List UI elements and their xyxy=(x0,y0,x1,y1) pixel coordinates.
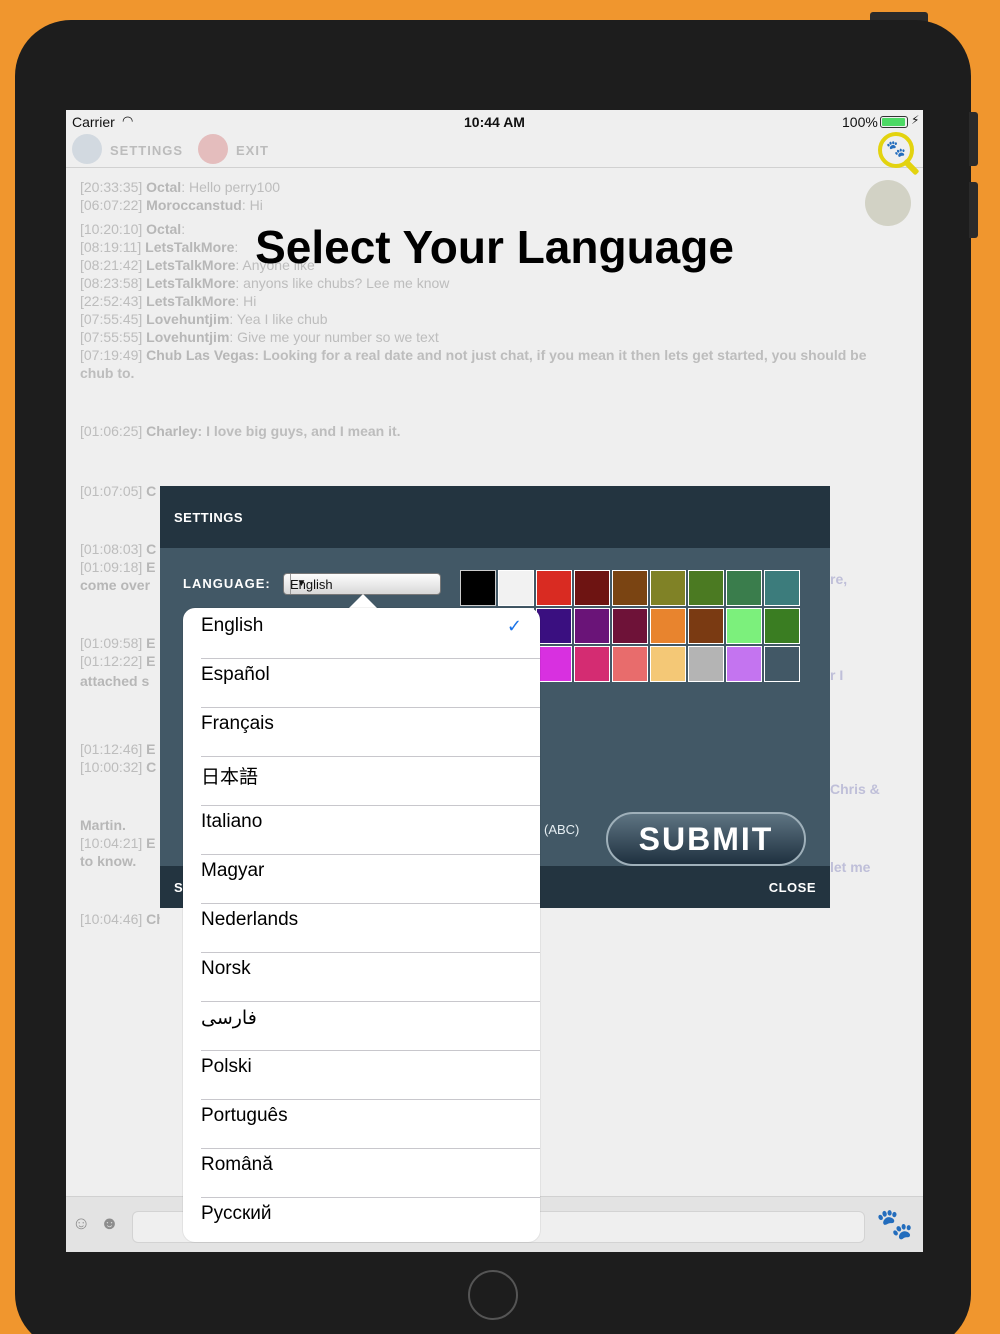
language-option-label: Русский xyxy=(201,1203,272,1224)
battery-icon xyxy=(880,116,908,128)
color-swatch[interactable] xyxy=(764,608,800,644)
color-swatch[interactable] xyxy=(574,646,610,682)
color-swatch[interactable] xyxy=(688,646,724,682)
settings-header: SETTINGS xyxy=(160,486,830,548)
color-swatch[interactable] xyxy=(726,608,762,644)
volume-down-button xyxy=(969,182,978,238)
language-option[interactable]: Polski xyxy=(201,1051,540,1100)
home-button[interactable] xyxy=(468,1270,518,1320)
color-swatch[interactable] xyxy=(460,570,496,606)
color-swatch[interactable] xyxy=(650,646,686,682)
color-swatch[interactable] xyxy=(612,570,648,606)
close-button[interactable]: CLOSE xyxy=(769,880,816,895)
clock: 10:44 AM xyxy=(464,114,525,130)
language-option-label: Português xyxy=(201,1105,288,1126)
language-option-label: Polski xyxy=(201,1056,252,1077)
language-list: English ✓ Español Français 日本語 Italiano Magyar… xyxy=(183,608,540,1242)
language-option[interactable]: فارسی xyxy=(201,1002,540,1051)
language-option-label: فارسی xyxy=(201,1008,257,1029)
color-swatch[interactable] xyxy=(536,646,572,682)
checkmark-icon: ✓ xyxy=(506,616,522,636)
screen: SETTINGS EXIT 🐾 [20:33:35] Octal: Hello … xyxy=(66,110,923,1252)
charging-icon: ⚡ xyxy=(911,113,920,127)
language-option-label: Magyar xyxy=(201,860,265,881)
language-option[interactable]: Español xyxy=(201,659,540,708)
language-option[interactable]: English ✓ xyxy=(201,610,540,659)
color-swatch[interactable] xyxy=(650,608,686,644)
language-label: LANGUAGE: xyxy=(183,576,271,591)
color-swatch[interactable] xyxy=(726,646,762,682)
abc-preview-label: (ABC) xyxy=(544,822,580,837)
color-swatch[interactable] xyxy=(612,646,648,682)
submit-button[interactable]: SUBMIT xyxy=(606,812,806,866)
color-swatch[interactable] xyxy=(536,570,572,606)
settings-title: SETTINGS xyxy=(174,510,244,525)
language-option-label: Română xyxy=(201,1154,273,1175)
language-select[interactable]: English ▼ xyxy=(283,573,441,595)
language-option[interactable]: Italiano xyxy=(201,806,540,855)
language-option[interactable]: Русский xyxy=(201,1198,540,1242)
color-swatch[interactable] xyxy=(612,608,648,644)
language-option-label: English xyxy=(201,615,264,636)
language-option[interactable]: Norsk xyxy=(201,953,540,1002)
language-option-label: Nederlands xyxy=(201,909,299,930)
language-option-label: Español xyxy=(201,664,270,685)
color-swatch[interactable] xyxy=(498,570,534,606)
language-option[interactable]: 日本語 xyxy=(201,757,540,806)
battery-percent: 100% xyxy=(842,114,878,130)
color-swatch[interactable] xyxy=(726,570,762,606)
language-option-label: 日本語 xyxy=(201,767,259,788)
language-option-label: Français xyxy=(201,713,274,734)
chevron-down-icon: ▼ xyxy=(290,574,312,594)
footer-left-label[interactable]: S xyxy=(174,880,183,895)
color-swatch[interactable] xyxy=(688,608,724,644)
language-option[interactable]: Magyar xyxy=(201,855,540,904)
page-title: Select Your Language xyxy=(255,221,734,273)
color-swatch[interactable] xyxy=(688,570,724,606)
language-option-label: Italiano xyxy=(201,811,263,832)
color-swatch[interactable] xyxy=(650,570,686,606)
color-swatch[interactable] xyxy=(764,570,800,606)
language-option[interactable]: Română xyxy=(201,1149,540,1198)
popover-arrow xyxy=(349,594,377,608)
language-option[interactable]: Português xyxy=(201,1100,540,1149)
status-bar: Carrier ◠ 10:44 AM 100% ⚡ xyxy=(66,110,923,132)
language-option[interactable]: Nederlands xyxy=(201,904,540,953)
language-option-label: Norsk xyxy=(201,958,251,979)
language-option[interactable]: Français xyxy=(201,708,540,757)
color-swatch[interactable] xyxy=(764,646,800,682)
color-swatch[interactable] xyxy=(574,570,610,606)
color-swatch[interactable] xyxy=(536,608,572,644)
color-swatch[interactable] xyxy=(574,608,610,644)
volume-up-button xyxy=(969,112,978,166)
